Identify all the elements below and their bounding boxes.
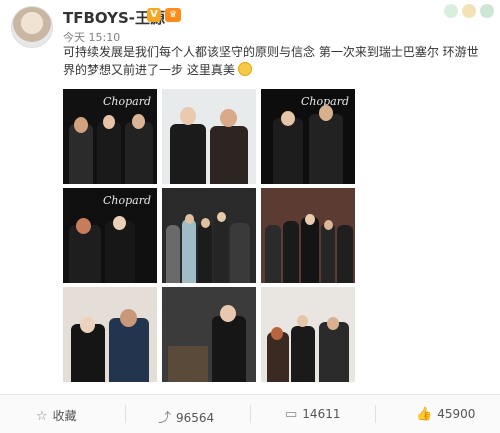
photo-7[interactable]: [63, 287, 157, 382]
deco-icon-1: [444, 4, 458, 18]
like-count: 45900: [437, 407, 476, 421]
repost-count: 96564: [176, 411, 215, 425]
action-bar: ☆ 收藏 ⤴ 96564 ▭ 14611 👍 45900: [0, 394, 500, 433]
thumbs-up-icon: 👍: [416, 407, 433, 422]
photo-6[interactable]: [261, 188, 355, 283]
photo-9[interactable]: [261, 287, 355, 382]
post-text: 可持续发展是我们每个人都该坚守的原则与信念 第一次来到瑞士巴塞尔 环游世界的梦想…: [63, 43, 483, 79]
post-text-content: 可持续发展是我们每个人都该坚守的原则与信念 第一次来到瑞士巴塞尔 环游世界的梦想…: [63, 45, 479, 77]
photo-3[interactable]: Chopard: [261, 89, 355, 184]
deco-icon-3: [480, 4, 494, 18]
photo-grid: Chopard Chopard Chopard: [63, 89, 355, 382]
favorite-label: 收藏: [52, 409, 77, 423]
star-icon: ☆: [36, 409, 48, 424]
comment-icon: ▭: [285, 407, 298, 422]
photo-caption: Chopard: [102, 194, 151, 207]
photo-2[interactable]: [162, 89, 256, 184]
header-decoration: [408, 0, 500, 22]
divider: [125, 405, 126, 423]
repost-button[interactable]: ⤴ 96564: [158, 407, 214, 426]
smile-emoji-icon: [237, 62, 252, 76]
divider: [250, 405, 251, 423]
verified-badge: V: [147, 8, 161, 22]
photo-1[interactable]: Chopard: [63, 89, 157, 184]
photo-8[interactable]: [162, 287, 256, 382]
photo-4[interactable]: Chopard: [63, 188, 157, 283]
comment-count: 14611: [302, 407, 341, 421]
crown-badge: ♛: [165, 8, 181, 22]
deco-icon-2: [462, 4, 476, 18]
photo-5[interactable]: [162, 188, 256, 283]
like-button[interactable]: 👍 45900: [416, 407, 475, 422]
avatar[interactable]: [11, 6, 53, 48]
repost-icon: ⤴: [158, 411, 172, 426]
favorite-button[interactable]: ☆ 收藏: [36, 407, 77, 424]
photo-caption: Chopard: [102, 95, 151, 108]
divider: [375, 405, 376, 423]
comment-button[interactable]: ▭ 14611: [285, 407, 340, 422]
